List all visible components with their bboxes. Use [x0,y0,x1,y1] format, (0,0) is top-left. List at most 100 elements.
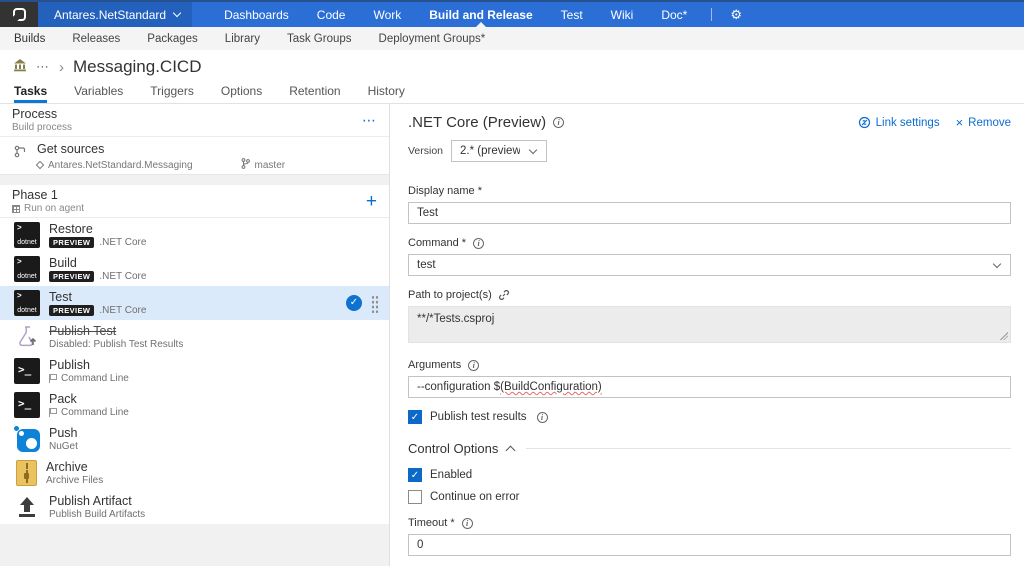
continue-on-error-label: Continue on error [430,491,520,503]
vsts-logo-icon [12,8,26,21]
flag-icon [49,408,57,417]
repository-name: Antares.NetStandard.Messaging [48,159,193,171]
repository-icon [35,160,45,170]
tab-options[interactable]: Options [221,84,262,103]
nav-doc[interactable]: Doc* [647,2,701,27]
continue-on-error-checkbox[interactable] [408,490,422,504]
enabled-label: Enabled [430,469,473,481]
dotnet-icon: > dotnet [14,290,40,316]
branch-icon [241,158,250,172]
path-label: Path to project(s) [408,289,492,301]
info-icon[interactable]: i [461,517,473,529]
gear-icon[interactable]: ⚙ [722,2,750,27]
get-sources-title: Get sources [37,142,105,156]
info-icon[interactable]: i [473,237,485,249]
control-options-label: Control Options [408,441,499,456]
task-row-pack[interactable]: >_ Pack Command Line [0,388,389,422]
enabled-checkbox[interactable]: ✓ [408,468,422,482]
task-title: Restore [49,222,93,236]
task-row-publish-artifact[interactable]: Publish Artifact Publish Build Artifacts [0,490,389,524]
task-title: Pack [49,392,77,406]
tab-variables[interactable]: Variables [74,84,123,103]
publish-test-results-checkbox[interactable]: ✓ [408,410,422,424]
task-type: Command Line [61,373,129,384]
nav-work[interactable]: Work [359,2,415,27]
phase-node[interactable]: Phase 1 Run on agent + [0,185,389,218]
chevron-down-icon [172,8,182,18]
process-menu-icon[interactable]: ⋯ [362,112,377,129]
arguments-input[interactable]: --configuration $ (BuildConfiguration) [408,376,1011,398]
nav-test[interactable]: Test [547,2,597,27]
nav-wiki[interactable]: Wiki [597,2,648,27]
tab-tasks[interactable]: Tasks [14,84,48,103]
process-title: Process [12,107,58,121]
phase-title: Phase 1 [12,188,58,202]
tab-triggers[interactable]: Triggers [150,84,194,103]
version-label: Version [408,145,444,157]
task-panel-title: .NET Core (Preview) [408,114,547,131]
command-label: Command * [408,237,467,249]
upload-arrow-icon [14,494,40,520]
task-row-publish-test[interactable]: Publish Test Disabled: Publish Test Resu… [0,320,389,354]
breadcrumb-ellipsis[interactable]: ⋯ [36,59,50,75]
breadcrumb-separator: › [59,58,64,76]
tab-retention[interactable]: Retention [289,84,340,103]
hub-packages[interactable]: Packages [147,33,198,45]
task-row-restore[interactable]: > dotnet Restore PREVIEW .NET Core [0,218,389,252]
project-switcher[interactable]: Antares.NetStandard [38,2,193,27]
selected-check-icon: ✓ [346,295,362,311]
resize-handle[interactable] [1000,332,1008,340]
vsts-logo[interactable] [0,2,38,27]
tab-history[interactable]: History [368,84,405,103]
team-project-icon[interactable] [13,58,27,77]
page-title: Messaging.CICD [73,57,202,76]
chevron-down-icon [992,259,1002,268]
add-task-button[interactable]: + [366,192,377,211]
task-row-build[interactable]: > dotnet Build PREVIEW .NET Core [0,252,389,286]
task-title: Publish Artifact [49,494,132,508]
main-content: Process Build process ⋯ Get sources Anta… [0,104,1024,566]
dotnet-icon: > dotnet [14,256,40,282]
hub-releases[interactable]: Releases [72,33,120,45]
task-list: > dotnet Restore PREVIEW .NET Core > dotne… [0,218,389,524]
info-icon[interactable]: i [536,411,548,423]
phase-subtitle: Run on agent [24,203,85,214]
remove-button[interactable]: × Remove [956,115,1011,130]
nav-build-and-release[interactable]: Build and Release [415,2,546,27]
nuget-icon [14,426,40,452]
task-row-test[interactable]: > dotnet Test PREVIEW .NET Core ✓ [0,286,389,320]
display-name-input[interactable] [408,202,1011,224]
top-nav-items: Dashboards Code Work Build and Release T… [210,2,701,27]
hub-deployment-groups[interactable]: Deployment Groups* [379,33,486,45]
preview-badge: PREVIEW [49,271,95,282]
hub-builds[interactable]: Builds [14,33,45,45]
nav-dashboards[interactable]: Dashboards [210,2,303,27]
task-row-archive[interactable]: Archive Archive Files [0,456,389,490]
hub-library[interactable]: Library [225,33,260,45]
process-node[interactable]: Process Build process ⋯ [0,104,389,137]
command-select[interactable]: test [408,254,1011,276]
task-row-publish[interactable]: >_ Publish Command Line [0,354,389,388]
path-textarea[interactable]: **/*Tests.csproj [408,306,1011,343]
hub-task-groups[interactable]: Task Groups [287,33,352,45]
display-name-label: Display name * [408,185,482,197]
nav-divider [711,8,713,21]
version-select[interactable]: 2.* (preview) [451,140,548,162]
task-row-push[interactable]: Push NuGet [0,422,389,456]
app-window: Antares.NetStandard Dashboards Code Work… [0,0,1024,566]
command-line-icon: >_ [14,358,40,384]
task-type: .NET Core [99,271,147,282]
task-title: Publish [49,358,90,372]
nav-code[interactable]: Code [303,2,360,27]
task-type: Command Line [61,407,129,418]
drag-handle[interactable] [371,293,379,313]
task-title: Build [49,256,77,270]
timeout-input[interactable] [408,534,1011,556]
control-options-section[interactable]: Control Options [408,441,1011,456]
link-settings-button[interactable]: Link settings [858,116,940,129]
task-title: Test [49,290,72,304]
get-sources-node[interactable]: Get sources Antares.NetStandard.Messagin… [0,137,389,175]
info-icon[interactable]: i [553,117,565,128]
breadcrumb: ⋯ › Messaging.CICD [0,50,1024,84]
info-icon[interactable]: i [468,359,480,371]
